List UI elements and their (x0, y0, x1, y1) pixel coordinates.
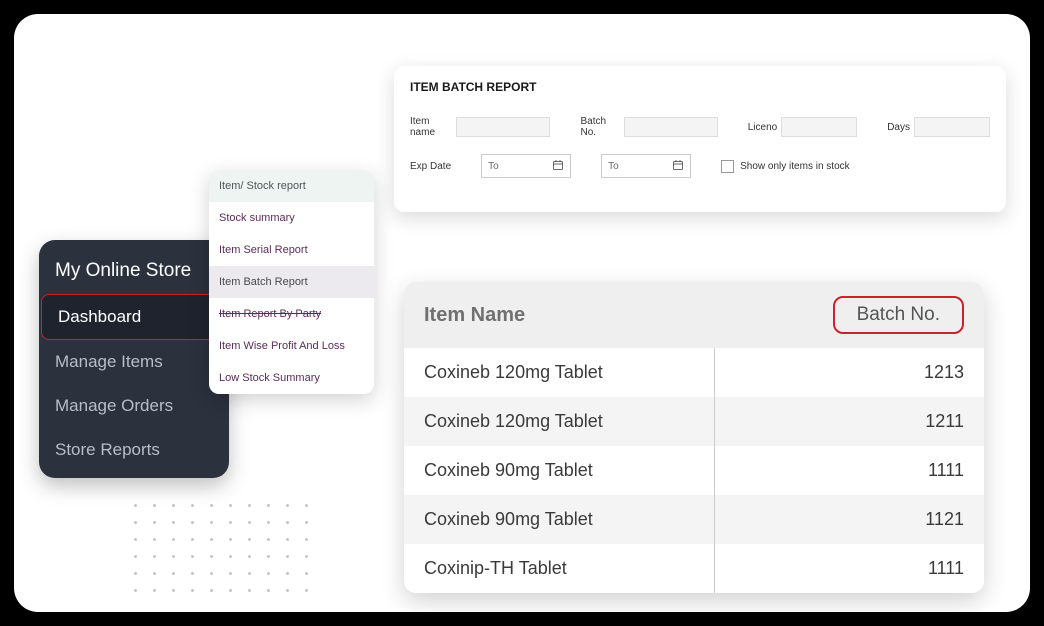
submenu-item-profit-loss[interactable]: Item Wise Profit And Loss (209, 330, 374, 362)
days-label: Days (887, 122, 910, 133)
sidebar-item-manage-items[interactable]: Manage Items (39, 340, 229, 384)
cell-item-name: Coxinip-TH Tablet (424, 558, 714, 579)
submenu-item-serial-report[interactable]: Item Serial Report (209, 234, 374, 266)
cell-item-name: Coxineb 90mg Tablet (424, 460, 714, 481)
batch-no-input[interactable] (624, 117, 718, 137)
cell-batch-no: 1111 (928, 460, 964, 481)
liceno-label: Liceno (748, 122, 777, 133)
submenu-item-low-stock[interactable]: Low Stock Summary (209, 362, 374, 394)
cell-batch-no: 1213 (924, 362, 964, 383)
item-name-input[interactable] (456, 117, 550, 137)
date-to-input[interactable]: To (601, 154, 691, 178)
submenu-item-stock-summary[interactable]: Stock summary (209, 202, 374, 234)
exp-date-label: Exp Date (410, 161, 451, 172)
results-table: Item Name Batch No. Coxineb 120mg Tablet… (404, 282, 984, 593)
date-to-placeholder: To (608, 161, 619, 172)
item-name-label: Item name (410, 116, 452, 138)
header-batch-no[interactable]: Batch No. (833, 296, 964, 334)
table-row[interactable]: Coxineb 120mg Tablet 1211 (404, 397, 984, 446)
sidebar-item-dashboard[interactable]: Dashboard (41, 294, 227, 340)
sidebar-item-manage-orders[interactable]: Manage Orders (39, 384, 229, 428)
results-header: Item Name Batch No. (404, 282, 984, 348)
table-row[interactable]: Coxinip-TH Tablet 1111 (404, 544, 984, 593)
main-canvas: My Online Store Dashboard Manage Items M… (14, 14, 1030, 612)
submenu-item-batch-report[interactable]: Item Batch Report (209, 266, 374, 298)
stock-only-label: Show only items in stock (740, 161, 850, 172)
cell-batch-no: 1111 (928, 558, 964, 579)
submenu-item-report-by-party[interactable]: Item Report By Party (209, 298, 374, 330)
liceno-input[interactable] (781, 117, 857, 137)
report-title: ITEM BATCH REPORT (410, 80, 990, 94)
calendar-icon (672, 159, 684, 174)
cell-batch-no: 1211 (925, 411, 964, 432)
submenu-header: Item/ Stock report (209, 170, 374, 202)
table-row[interactable]: Coxineb 90mg Tablet 1121 (404, 495, 984, 544)
sidebar: My Online Store Dashboard Manage Items M… (39, 240, 229, 478)
batch-no-label: Batch No. (580, 116, 619, 138)
calendar-icon (552, 159, 564, 174)
table-row[interactable]: Coxineb 120mg Tablet 1213 (404, 348, 984, 397)
cell-item-name: Coxineb 90mg Tablet (424, 509, 714, 530)
sidebar-title: My Online Store (39, 246, 229, 294)
stock-only-checkbox-group[interactable]: Show only items in stock (721, 160, 850, 173)
table-row[interactable]: Coxineb 90mg Tablet 1111 (404, 446, 984, 495)
header-item-name: Item Name (424, 304, 714, 327)
cell-item-name: Coxineb 120mg Tablet (424, 362, 714, 383)
checkbox-icon (721, 160, 734, 173)
dots-decoration (134, 504, 314, 604)
cell-batch-no: 1121 (925, 509, 964, 530)
date-from-input[interactable]: To (481, 154, 571, 178)
sidebar-item-store-reports[interactable]: Store Reports (39, 428, 229, 472)
date-from-placeholder: To (488, 161, 499, 172)
days-input[interactable] (914, 117, 990, 137)
submenu-stock-report: Item/ Stock report Stock summary Item Se… (209, 170, 374, 394)
cell-item-name: Coxineb 120mg Tablet (424, 411, 714, 432)
report-filter-panel: ITEM BATCH REPORT Item name Batch No. Li… (394, 66, 1006, 212)
